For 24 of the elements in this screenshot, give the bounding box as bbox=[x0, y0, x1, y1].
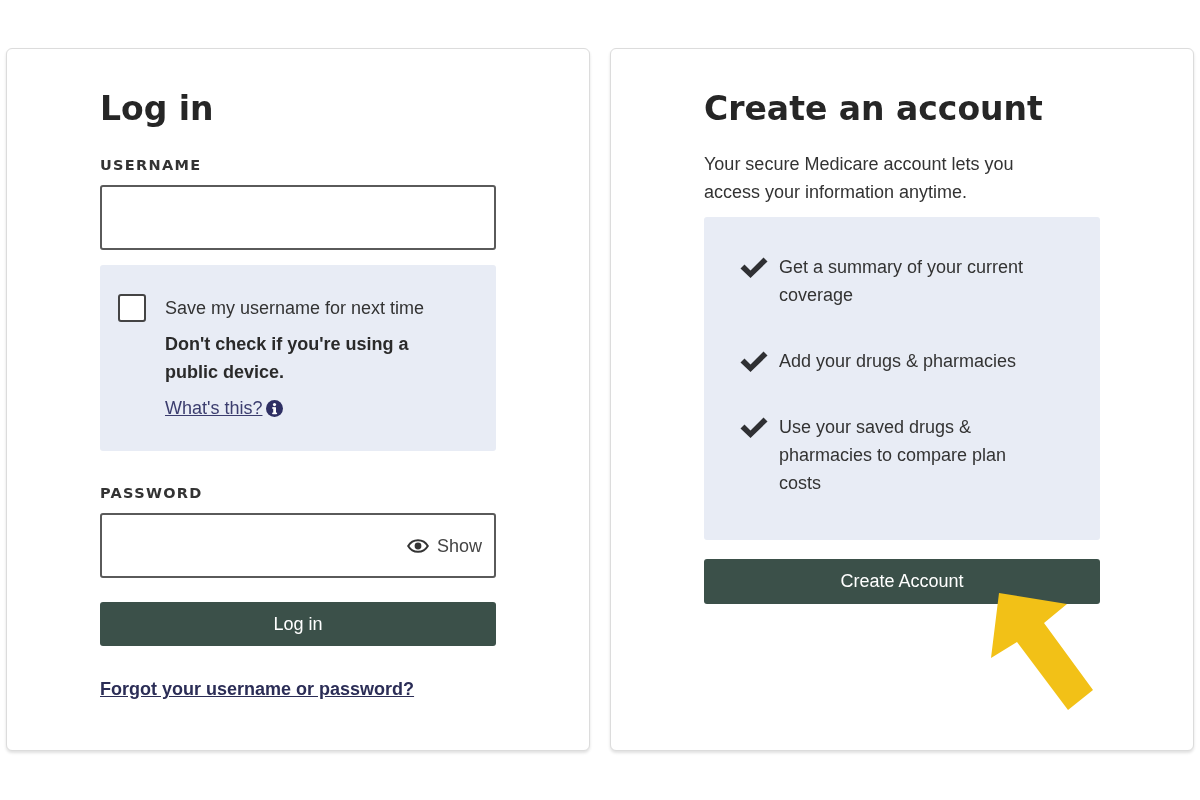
help-link[interactable]: What's this? bbox=[165, 394, 263, 422]
create-account-heading: Create an account bbox=[704, 88, 1044, 130]
check-icon bbox=[740, 416, 768, 438]
username-label: USERNAME bbox=[100, 156, 203, 175]
check-icon bbox=[740, 256, 768, 278]
check-icon bbox=[740, 350, 768, 372]
eye-icon bbox=[406, 538, 429, 553]
intro-text: Your secure Medicare account lets you access your information anytime. bbox=[704, 153, 1015, 204]
warning-text: Don't check if you're using a public device. bbox=[165, 333, 410, 384]
benefit-text: Add your drugs & pharmacies bbox=[779, 350, 1018, 373]
benefit-text: Use your saved drugs & pharmacies to compare plan costs bbox=[779, 416, 1008, 495]
password-field[interactable] bbox=[100, 513, 496, 578]
remember-checkbox[interactable] bbox=[118, 294, 146, 322]
remember-label: Save my username for next time bbox=[165, 297, 425, 320]
show-password-button[interactable]: Show bbox=[406, 533, 482, 558]
arrow-icon bbox=[989, 592, 1095, 712]
benefit-text: Get a summary of your current coverage bbox=[779, 256, 1025, 307]
forgot-credentials-link[interactable]: Forgot your username or password? bbox=[100, 679, 415, 699]
login-button[interactable]: Log in bbox=[100, 602, 496, 646]
username-field[interactable] bbox=[100, 185, 496, 250]
create-account-button[interactable]: Create Account bbox=[704, 559, 1100, 604]
password-label: PASSWORD bbox=[100, 484, 204, 503]
login-heading: Log in bbox=[100, 88, 215, 130]
info-icon bbox=[266, 399, 284, 417]
